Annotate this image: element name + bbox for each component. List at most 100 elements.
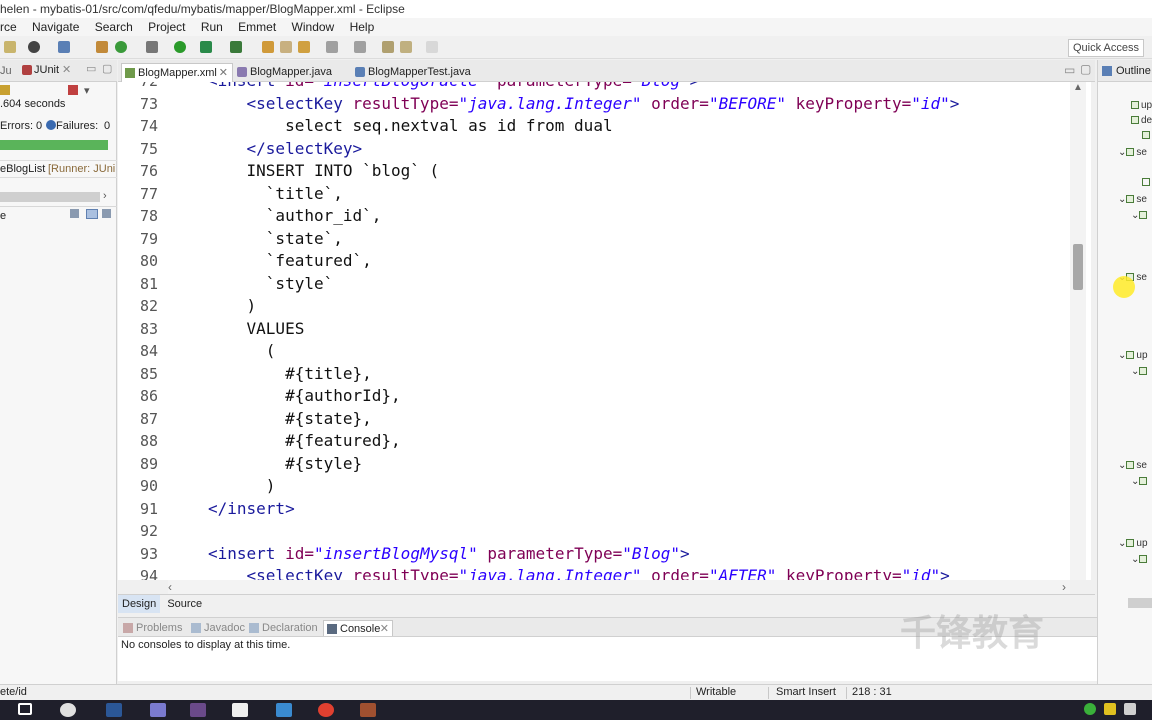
filter-trace-icon[interactable] — [70, 209, 79, 218]
code-text[interactable]: ) — [208, 295, 257, 318]
code-text[interactable]: #{authorId}, — [208, 385, 401, 408]
test-tree-row[interactable]: eBlogList [Runner: JUni — [0, 160, 117, 178]
open-type-icon[interactable] — [262, 41, 274, 53]
code-text[interactable]: VALUES — [208, 318, 305, 341]
code-text[interactable]: #{style} — [208, 453, 362, 476]
outline-item[interactable]: up — [1131, 100, 1152, 111]
save-icon[interactable] — [4, 41, 16, 53]
tab-javadoc[interactable]: Javadoc — [188, 620, 248, 636]
task-view-icon[interactable] — [18, 703, 32, 715]
menu-item-project[interactable]: Project — [148, 18, 185, 36]
code-text[interactable]: INSERT INTO `blog` ( — [208, 160, 440, 183]
maximize-icon[interactable]: ▢ — [102, 62, 112, 75]
code-text[interactable]: select seq.nextval as id from dual — [208, 115, 613, 138]
tab-problems[interactable]: Problems — [120, 620, 186, 636]
code-text[interactable]: </insert> — [208, 498, 295, 521]
outline-item[interactable]: ⌄se — [1118, 194, 1147, 205]
app-icon[interactable] — [360, 703, 376, 717]
run-icon[interactable] — [174, 41, 186, 53]
code-text[interactable]: #{title}, — [208, 363, 372, 386]
last-edit-icon[interactable] — [382, 41, 394, 53]
chrome-icon[interactable] — [318, 703, 334, 717]
open-resource-icon[interactable] — [280, 41, 292, 53]
tab-declaration[interactable]: Declaration — [246, 620, 322, 636]
settings-icon[interactable] — [146, 41, 158, 53]
code-text[interactable]: `state`, — [208, 228, 343, 251]
scroll-right-icon[interactable]: › — [1062, 580, 1066, 594]
menu-item-window[interactable]: Window — [292, 18, 335, 36]
tray-icon[interactable] — [1124, 703, 1136, 715]
close-icon[interactable]: ✕ — [380, 621, 389, 637]
outline-item[interactable]: ⌄ — [1131, 476, 1149, 487]
tray-icon[interactable] — [1084, 703, 1096, 715]
code-text[interactable]: `featured`, — [208, 250, 372, 273]
code-text[interactable]: </selectKey> — [208, 138, 363, 161]
code-text[interactable]: #{featured}, — [208, 430, 401, 453]
code-text[interactable]: <selectKey resultType="java.lang.Integer… — [208, 93, 960, 116]
tab-console[interactable]: Console ✕ — [323, 620, 393, 636]
new-wizard-icon[interactable] — [115, 41, 127, 53]
code-text[interactable]: ( — [208, 340, 276, 363]
back-icon[interactable] — [400, 41, 412, 53]
maximize-icon[interactable]: ▢ — [1080, 62, 1091, 76]
build-icon[interactable] — [96, 41, 108, 53]
forward-icon[interactable] — [426, 41, 438, 53]
close-icon[interactable]: ✕ — [62, 63, 71, 76]
close-icon[interactable]: ✕ — [219, 64, 228, 82]
code-text[interactable]: <selectKey resultType="java.lang.Integer… — [208, 565, 950, 580]
outline-item[interactable]: # — [1142, 130, 1152, 141]
outline-hscroll[interactable] — [1128, 598, 1152, 608]
outline-item[interactable]: ⌄se — [1118, 147, 1147, 158]
junit-hscroll[interactable] — [0, 192, 100, 202]
debug-icon[interactable] — [28, 41, 40, 53]
scroll-left-icon[interactable]: ‹ — [168, 580, 172, 594]
tab-blogmappertest-java[interactable]: BlogMapperTest.java — [352, 63, 482, 82]
editor-vertical-scrollbar[interactable]: ▲ — [1070, 82, 1086, 580]
code-text[interactable]: `author_id`, — [208, 205, 382, 228]
menu-item-search[interactable]: Search — [95, 18, 133, 36]
outline-item[interactable]: de — [1131, 115, 1152, 126]
code-text[interactable]: ) — [208, 475, 276, 498]
prev-annotation-icon[interactable] — [354, 41, 366, 53]
outline-item[interactable]: ⌄ — [1131, 366, 1149, 377]
outline-item[interactable]: ⌄se — [1118, 460, 1147, 471]
code-text[interactable]: `style` — [208, 273, 333, 296]
word-icon[interactable] — [106, 703, 122, 717]
menu-item-help[interactable]: Help — [350, 18, 375, 36]
package-explorer-tab-stub[interactable]: Ju — [0, 65, 12, 77]
quick-access-field[interactable]: Quick Access — [1067, 39, 1144, 57]
copy-trace-icon[interactable] — [102, 209, 111, 218]
failure-filter-icon[interactable] — [68, 85, 78, 95]
editor-horizontal-scrollbar[interactable]: ‹ › — [168, 580, 1070, 594]
app-icon[interactable] — [276, 703, 292, 717]
menu-item-source[interactable]: rce — [0, 18, 17, 36]
pen-icon[interactable] — [298, 41, 310, 53]
outline-item[interactable]: ⌄ — [1131, 554, 1149, 565]
outline-item[interactable]: ⌄ up — [1118, 350, 1148, 361]
compare-icon[interactable] — [86, 209, 98, 219]
run-config-icon[interactable] — [200, 41, 212, 53]
tab-source[interactable]: Source — [163, 595, 206, 613]
menu-item-run[interactable]: Run — [201, 18, 223, 36]
tab-blogmapper-xml[interactable]: BlogMapper.xml ✕ — [121, 63, 233, 82]
code-text[interactable]: #{state}, — [208, 408, 372, 431]
minimize-icon[interactable]: ▭ — [1064, 63, 1075, 77]
menu-item-emmet[interactable]: Emmet — [238, 18, 276, 36]
element-icon[interactable] — [1142, 178, 1150, 186]
outline-item[interactable]: ⌄ up — [1118, 538, 1148, 549]
app-icon[interactable] — [150, 703, 166, 717]
outline-tab[interactable]: Outline — [1098, 60, 1152, 82]
next-annotation-icon[interactable] — [326, 41, 338, 53]
scroll-right-icon[interactable]: › — [103, 190, 107, 202]
eclipse-icon[interactable] — [190, 703, 206, 717]
scroll-thumb[interactable] — [1073, 244, 1083, 290]
tray-icon[interactable] — [1104, 703, 1116, 715]
app-icon[interactable] — [60, 703, 76, 717]
minimize-icon[interactable]: ▭ — [86, 62, 96, 75]
junit-tab-label[interactable]: JUnit — [34, 64, 59, 76]
document-icon[interactable] — [232, 703, 248, 717]
external-tools-icon[interactable] — [230, 41, 242, 53]
tab-blogmapper-java[interactable]: BlogMapper.java — [234, 63, 346, 82]
code-editor[interactable]: 72 <insert id="insertBlogOracle" paramete… — [118, 82, 1091, 580]
terminal-icon[interactable] — [58, 41, 70, 53]
